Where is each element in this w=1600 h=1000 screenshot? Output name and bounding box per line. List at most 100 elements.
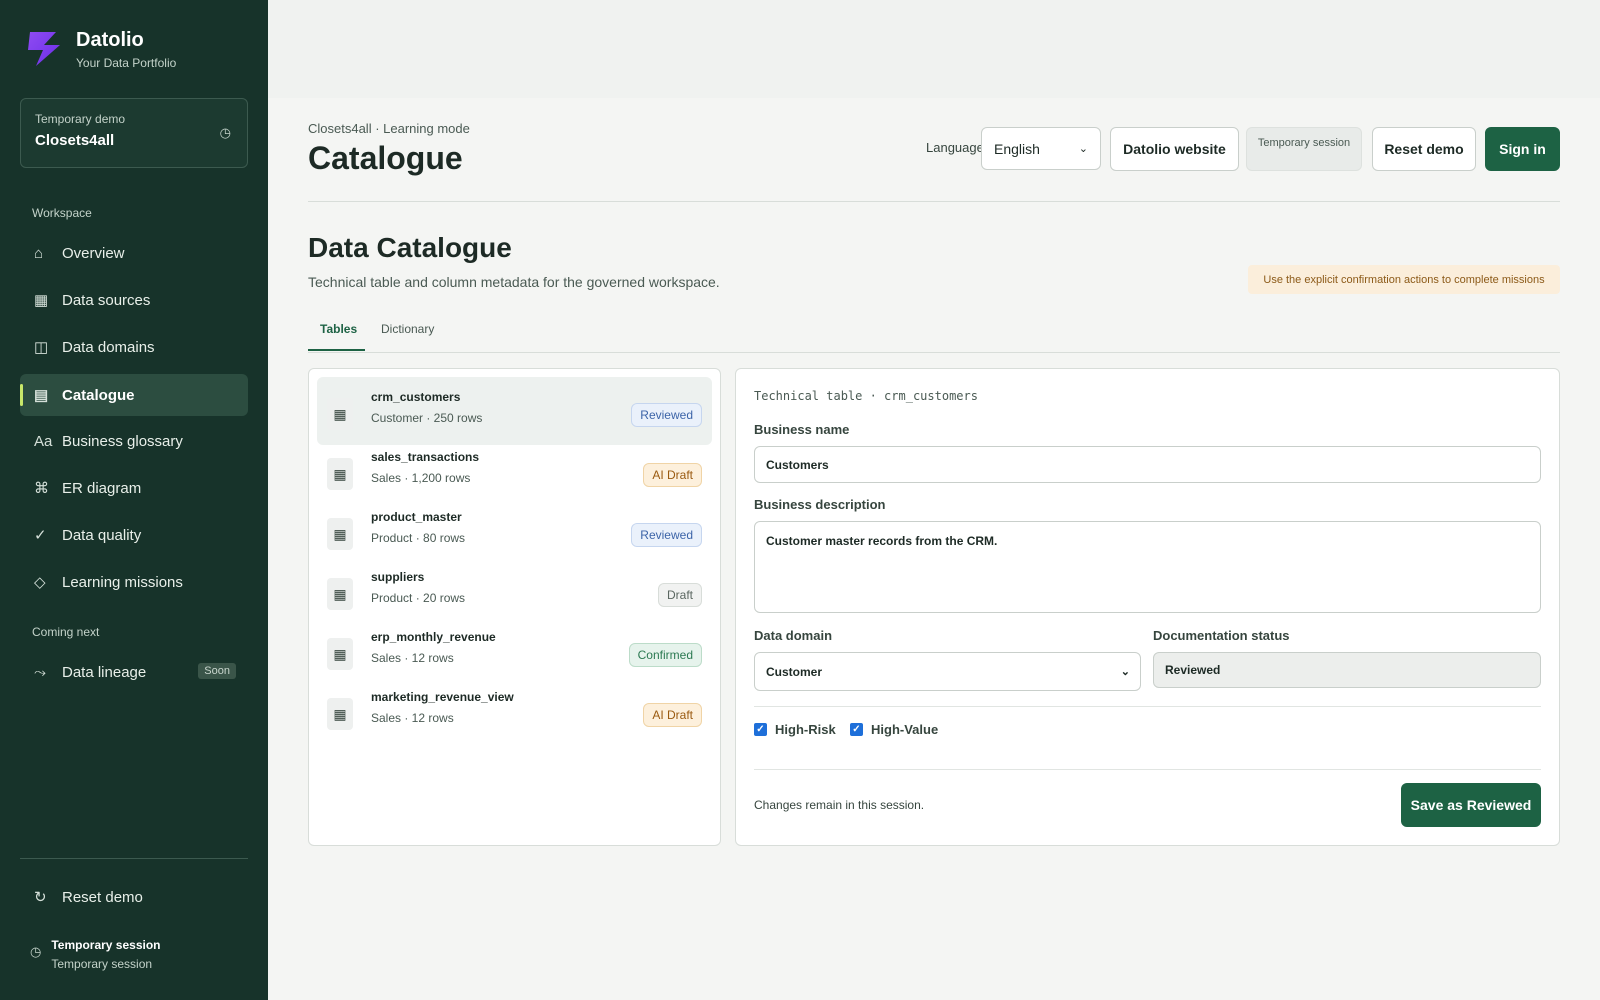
tab-active-underline	[308, 349, 365, 351]
brand-tagline: Your Data Portfolio	[76, 56, 177, 70]
technical-table-title: Technical table · crm_customers	[754, 389, 978, 403]
language-value: English	[994, 140, 1040, 157]
status-badge: Reviewed	[631, 403, 702, 427]
sidebar-divider	[20, 858, 248, 859]
table-icon: ▦	[327, 458, 353, 490]
session-title: Temporary session	[51, 938, 161, 952]
business-description-textarea[interactable]: Customer master records from the CRM.	[754, 521, 1541, 613]
demo-name: Closets4all	[35, 132, 115, 149]
sidebar-item-label: Data domains	[62, 338, 155, 356]
sidebar-item-label: Catalogue	[62, 386, 135, 404]
sidebar-item-label: Overview	[62, 244, 125, 262]
business-name-label: Business name	[754, 422, 850, 437]
sidebar-item-label: ER diagram	[62, 479, 142, 497]
status-badge: AI Draft	[643, 463, 702, 487]
table-icon: ▦	[327, 638, 353, 670]
home-icon: ⌂	[34, 244, 44, 262]
table-row[interactable]: ▦ crm_customers Customer · 250 rows Revi…	[317, 377, 712, 445]
sidebar: Datolio Your Data Portfolio Temporary de…	[0, 0, 268, 1000]
catalogue-icon: ▤	[34, 387, 49, 404]
data-domain-label: Data domain	[754, 628, 833, 643]
table-row[interactable]: ▦ erp_monthly_revenue Sales · 12 rows Co…	[317, 617, 712, 685]
table-name: crm_customers	[371, 390, 461, 404]
sidebar-item-label: Data sources	[62, 291, 151, 309]
sign-in-button[interactable]: Sign in	[1485, 127, 1560, 171]
refresh-icon: ↻	[34, 889, 47, 906]
clock-icon: ◷	[219, 125, 231, 140]
page-title: Catalogue	[308, 140, 463, 176]
demo-workspace-card[interactable]: Temporary demo Closets4all ◷	[20, 98, 248, 168]
table-row[interactable]: ▦ suppliers Product · 20 rows Draft	[317, 557, 712, 625]
tab-dictionary[interactable]: Dictionary	[381, 322, 434, 336]
sidebar-item-er-diagram[interactable]: ⌘ ER diagram	[20, 467, 248, 509]
table-meta: Product · 20 rows	[371, 591, 466, 605]
sidebar-item-label: Business glossary	[62, 432, 183, 450]
brand-name: Datolio	[76, 29, 144, 51]
table-name: sales_transactions	[371, 450, 480, 464]
table-meta: Sales · 1,200 rows	[371, 471, 471, 485]
table-name: erp_monthly_revenue	[371, 630, 496, 644]
bolt-logo-icon	[28, 32, 60, 66]
reset-demo-button[interactable]: Reset demo	[1372, 127, 1476, 171]
header-divider	[308, 201, 1560, 202]
high-risk-label: High-Risk	[775, 722, 836, 737]
soon-badge: Soon	[198, 663, 236, 679]
columns-icon: ◫	[34, 339, 49, 356]
documentation-status-label: Documentation status	[1153, 628, 1290, 643]
data-domain-select[interactable]: Customer ⌄	[754, 652, 1141, 691]
sidebar-item-label: Data lineage	[62, 663, 147, 681]
command-icon: ⌘	[34, 480, 49, 497]
sidebar-item-learning-missions[interactable]: ◇ Learning missions	[20, 561, 248, 603]
chevron-down-icon: ⌄	[1120, 666, 1130, 678]
divider	[754, 769, 1541, 770]
sidebar-item-data-domains[interactable]: ◫ Data domains	[20, 326, 248, 368]
tables-list-panel: ▦ crm_customers Customer · 250 rows Revi…	[308, 368, 721, 846]
sidebar-item-label: Reset demo	[62, 888, 143, 906]
table-icon: ▦	[327, 398, 353, 430]
high-value-label: High-Value	[871, 722, 939, 737]
table-row[interactable]: ▦ product_master Product · 80 rows Revie…	[317, 497, 712, 565]
session-note: Changes remain in this session.	[754, 798, 925, 812]
sidebar-item-label: Learning missions	[62, 573, 183, 591]
language-label: Language	[926, 140, 984, 155]
table-row[interactable]: ▦ sales_transactions Sales · 1,200 rows …	[317, 437, 712, 505]
grid-icon: ▦	[34, 292, 49, 309]
session-footer: ◷ Temporary session Temporary session	[30, 938, 161, 971]
sidebar-item-overview[interactable]: ⌂ Overview	[20, 232, 248, 274]
datolio-website-button[interactable]: Datolio website	[1110, 127, 1239, 171]
high-value-checkbox[interactable]: ✓ High-Value	[850, 722, 938, 737]
table-icon: ▦	[327, 518, 353, 550]
check-icon: ✓	[34, 527, 47, 544]
tab-tables[interactable]: Tables	[320, 322, 357, 336]
sidebar-item-data-lineage[interactable]: ⤳ Data lineage Soon	[20, 651, 248, 693]
save-as-reviewed-button[interactable]: Save as Reviewed	[1401, 783, 1541, 827]
session-subtitle: Temporary session	[51, 957, 153, 971]
table-row[interactable]: ▦ marketing_revenue_view Sales · 12 rows…	[317, 677, 712, 745]
table-meta: Sales · 12 rows	[371, 651, 454, 665]
mission-hint-banner: Use the explicit confirmation actions to…	[1248, 265, 1560, 294]
status-badge: Reviewed	[631, 523, 702, 547]
high-risk-checkbox[interactable]: ✓ High-Risk	[754, 722, 836, 737]
sidebar-item-label: Data quality	[62, 526, 142, 544]
checkbox-checked-icon: ✓	[850, 723, 863, 736]
coming-next-section-label: Coming next	[32, 625, 100, 639]
section-description: Technical table and column metadata for …	[308, 274, 720, 290]
sidebar-item-business-glossary[interactable]: Aa Business glossary	[20, 420, 248, 462]
status-badge: Draft	[657, 583, 702, 607]
table-name: marketing_revenue_view	[371, 690, 514, 704]
documentation-status-field: Reviewed	[1153, 652, 1541, 688]
glossary-icon: Aa	[34, 432, 53, 450]
table-detail-panel: Technical table · crm_customers Business…	[735, 368, 1560, 846]
data-domain-value: Customer	[766, 664, 823, 679]
brand[interactable]: Datolio Your Data Portfolio	[26, 28, 176, 70]
top-band	[268, 0, 1600, 98]
language-select[interactable]: English ⌄	[981, 127, 1101, 170]
sidebar-item-data-sources[interactable]: ▦ Data sources	[20, 279, 248, 321]
sidebar-item-data-quality[interactable]: ✓ Data quality	[20, 514, 248, 556]
business-name-input[interactable]: Customers	[754, 446, 1541, 483]
table-name: product_master	[371, 510, 462, 524]
sidebar-reset-demo[interactable]: ↻ Reset demo	[20, 876, 248, 918]
workspace-section-label: Workspace	[32, 206, 92, 220]
diamond-icon: ◇	[34, 574, 46, 591]
sidebar-item-catalogue[interactable]: ▤ Catalogue	[20, 374, 248, 416]
